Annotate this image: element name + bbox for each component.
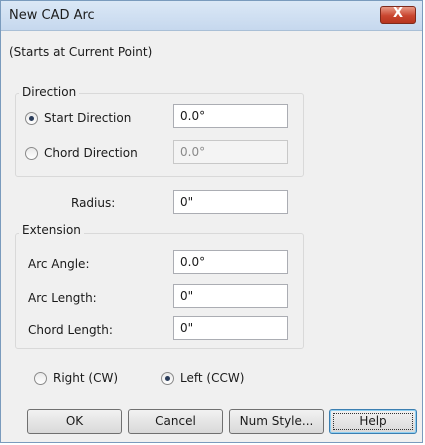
close-button[interactable]: X [380, 6, 416, 24]
start-direction-label[interactable]: Start Direction [44, 111, 131, 125]
dialog-window: New CAD Arc X (Starts at Current Point) … [0, 0, 423, 443]
arc-length-label: Arc Length: [28, 291, 97, 305]
arc-angle-input[interactable]: 0.0° [173, 250, 288, 274]
start-direction-radio[interactable] [25, 112, 38, 125]
num-style-button[interactable]: Num Style... [229, 409, 324, 434]
left-ccw-label[interactable]: Left (CCW) [180, 371, 244, 385]
arc-length-input[interactable]: 0" [173, 284, 288, 308]
arc-angle-label: Arc Angle: [28, 257, 90, 271]
chord-direction-label[interactable]: Chord Direction [44, 146, 138, 160]
window-title: New CAD Arc [9, 8, 95, 23]
help-button[interactable]: Help [329, 409, 417, 434]
right-cw-label[interactable]: Right (CW) [53, 371, 118, 385]
left-ccw-radio[interactable] [161, 372, 174, 385]
ok-button[interactable]: OK [27, 409, 122, 434]
chord-direction-radio[interactable] [25, 147, 38, 160]
dialog-subtitle: (Starts at Current Point) [9, 45, 153, 59]
chord-direction-input[interactable]: 0.0° [173, 140, 288, 164]
close-icon: X [392, 6, 404, 21]
focus-rectangle [333, 413, 413, 430]
start-direction-input[interactable]: 0.0° [173, 104, 288, 128]
title-bar[interactable]: New CAD Arc X [1, 1, 422, 31]
chord-length-label: Chord Length: [28, 323, 113, 337]
direction-legend: Direction [19, 85, 80, 99]
right-cw-radio[interactable] [34, 372, 47, 385]
extension-legend: Extension [19, 223, 84, 237]
cancel-button[interactable]: Cancel [128, 409, 223, 434]
radius-input[interactable]: 0" [173, 190, 288, 214]
radius-label: Radius: [71, 196, 116, 210]
chord-length-input[interactable]: 0" [173, 316, 288, 340]
